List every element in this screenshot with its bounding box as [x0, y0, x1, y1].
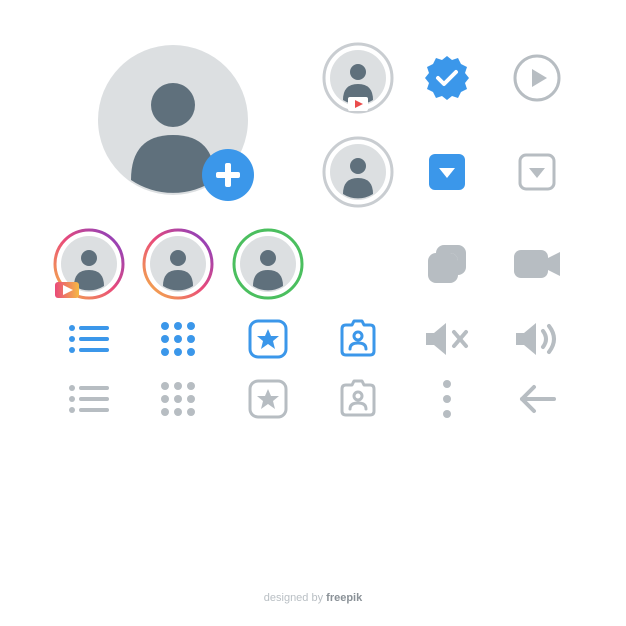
back-arrow-icon[interactable]: [516, 383, 558, 415]
avatar-video[interactable]: [322, 42, 394, 114]
speaker-icon[interactable]: [514, 321, 560, 357]
play-circle-icon[interactable]: [513, 54, 561, 102]
contact-gray-icon[interactable]: [336, 379, 380, 419]
avatar-story-gradient-video[interactable]: [53, 228, 125, 300]
list-view-gray-icon[interactable]: [68, 384, 110, 414]
more-vertical-icon[interactable]: [441, 379, 453, 419]
avatar-large-add[interactable]: [93, 40, 263, 210]
grid-view-blue-icon[interactable]: [160, 321, 196, 357]
contact-blue-icon[interactable]: [336, 319, 380, 359]
dropdown-gray-icon[interactable]: [517, 152, 557, 192]
carousel-icon: [424, 241, 470, 287]
star-blue-icon[interactable]: [247, 318, 289, 360]
camera-icon[interactable]: [512, 244, 562, 284]
mute-icon[interactable]: [424, 321, 470, 357]
avatar-story-gradient[interactable]: [142, 228, 214, 300]
avatar-story-green[interactable]: [232, 228, 304, 300]
verified-badge-icon: [423, 54, 471, 102]
list-view-blue-icon[interactable]: [68, 324, 110, 354]
dropdown-blue-icon[interactable]: [427, 152, 467, 192]
star-gray-icon[interactable]: [247, 378, 289, 420]
grid-view-gray-icon[interactable]: [160, 381, 196, 417]
avatar-plain[interactable]: [322, 136, 394, 208]
attribution: designed by freepik: [0, 592, 626, 604]
attribution-brand: freepik: [326, 592, 362, 604]
icon-set-grid: [50, 40, 576, 420]
attribution-prefix: designed by: [264, 592, 326, 604]
